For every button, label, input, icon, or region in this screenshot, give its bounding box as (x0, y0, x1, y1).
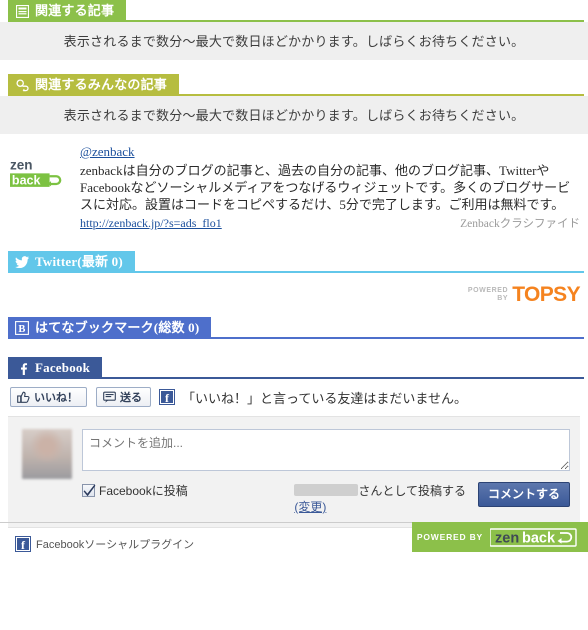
tab-label: Facebook (35, 360, 91, 375)
zenback-ad-logo: zen back (10, 144, 72, 231)
like-button[interactable]: いいね！ (10, 387, 87, 407)
composer-fields: Facebookに投稿 さんとして投稿する (変更) コメントする (82, 429, 570, 515)
svg-text:back: back (522, 530, 556, 546)
tab-label: 関連する記事 (35, 3, 115, 18)
header-rule (8, 20, 584, 22)
footer-powered-by-label: POWERED BY (416, 532, 483, 542)
send-message-icon (103, 391, 116, 403)
tab-label: 関連するみんなの記事 (35, 77, 168, 92)
zenback-widget: 関連する記事 表示されるまで数分〜最大で数日ほどかかります。しばらくお待ちくださ… (0, 0, 588, 552)
tab-related-everyone[interactable]: 関連するみんなの記事 (8, 74, 180, 96)
svg-text:zen: zen (495, 530, 519, 546)
footer-divider (0, 522, 412, 523)
avatar (22, 429, 72, 479)
zenback-footer-logo-icon: zen back (490, 527, 577, 547)
tab-facebook[interactable]: Facebook (8, 357, 103, 379)
facebook-friends-status: 「いいね！」と言っている友達はまだいません。 (182, 390, 467, 406)
composer-footer: Facebookに投稿 さんとして投稿する (変更) コメントする (82, 482, 570, 515)
ad-description: zenbackは自分のブログの記事と、過去の自分の記事、他のブログ記事、Twit… (80, 163, 571, 212)
posting-as-line: さんとして投稿する (変更) (294, 482, 466, 515)
redacted-username (294, 484, 359, 496)
section-header-twitter: Twitter(最新 0) (0, 251, 588, 273)
article-list-icon (15, 4, 29, 18)
ad-url-link[interactable]: http://zenback.jp/?s=ads_flo1 (80, 216, 452, 231)
ad-footer: http://zenback.jp/?s=ads_flo1 Zenbackクラシ… (80, 215, 580, 231)
facebook-comment-composer: Facebookに投稿 さんとして投稿する (変更) コメントする (8, 416, 580, 528)
send-button[interactable]: 送る (96, 387, 151, 407)
post-to-facebook-label: Facebookに投稿 (99, 484, 188, 498)
zenback-logo-icon: zen back (10, 158, 62, 187)
related-everyone-notice: 表示されるまで数分〜最大で数日ほどかかります。しばらくお待ちください。 (0, 96, 588, 134)
related-articles-notice: 表示されるまで数分〜最大で数日ほどかかります。しばらくお待ちください。 (0, 22, 588, 60)
tab-hatena-bookmark[interactable]: B はてなブックマーク(総数 0) (8, 317, 212, 339)
svg-text:back: back (12, 173, 41, 187)
facebook-action-row: いいね！ 送る f 「いいね！」と言っている友達はまだいません。 (8, 379, 580, 416)
ad-handle-link[interactable]: @zenback (80, 144, 135, 160)
tab-related-articles[interactable]: 関連する記事 (8, 0, 127, 22)
header-rule (8, 377, 584, 379)
submit-comment-button[interactable]: コメントする (477, 482, 570, 507)
topsy-attribution[interactable]: POWERED BY TOPSY (468, 283, 581, 307)
widget-footer: POWERED BY zen back (0, 522, 588, 552)
ad-sponsor-tag: Zenbackクラシファイド (460, 218, 580, 230)
like-button-label: いいね！ (34, 392, 78, 404)
powered-by-zenback-bar[interactable]: POWERED BY zen back (412, 522, 588, 552)
header-rule (8, 337, 584, 339)
comment-input[interactable] (82, 429, 570, 471)
thumbs-up-icon (17, 391, 30, 403)
section-header-related-everyone: 関連するみんなの記事 (0, 74, 588, 96)
svg-text:B: B (18, 324, 25, 335)
hatena-b-icon: B (15, 321, 29, 335)
header-rule (8, 94, 584, 96)
post-to-facebook-toggle[interactable]: Facebookに投稿 (82, 482, 188, 499)
section-header-hatena: B はてなブックマーク(総数 0) (0, 317, 588, 339)
svg-text:zen: zen (10, 158, 33, 173)
facebook-f-badge-icon: f (160, 390, 174, 405)
posting-as-suffix: さんとして投稿する (358, 484, 466, 498)
people-link-icon (15, 78, 29, 92)
topsy-by-line: BY (497, 295, 509, 302)
twitter-empty-body: POWERED BY TOPSY (0, 273, 588, 317)
section-header-related-articles: 関連する記事 (0, 0, 588, 22)
tab-label: はてなブックマーク(総数 0) (35, 320, 200, 335)
topsy-brand: TOPSY (512, 283, 580, 306)
post-to-facebook-checkbox[interactable] (82, 484, 96, 497)
tab-label: Twitter(最新 0) (35, 254, 123, 269)
tab-twitter[interactable]: Twitter(最新 0) (8, 251, 135, 273)
change-account-link[interactable]: (変更) (294, 499, 466, 515)
header-rule (8, 271, 584, 273)
section-header-facebook: Facebook (0, 357, 588, 379)
twitter-bird-icon (15, 255, 29, 269)
facebook-f-icon (15, 361, 29, 375)
zenback-ad[interactable]: zen back @zenback zenbackは自分のブログの記事と、過去の… (0, 134, 588, 237)
zenback-ad-body: @zenback zenbackは自分のブログの記事と、過去の自分の記事、他のブ… (72, 144, 580, 231)
send-button-label: 送る (120, 392, 142, 404)
topsy-powered-line: POWERED (467, 287, 509, 294)
topsy-powered-by-text: POWERED BY (468, 287, 508, 303)
